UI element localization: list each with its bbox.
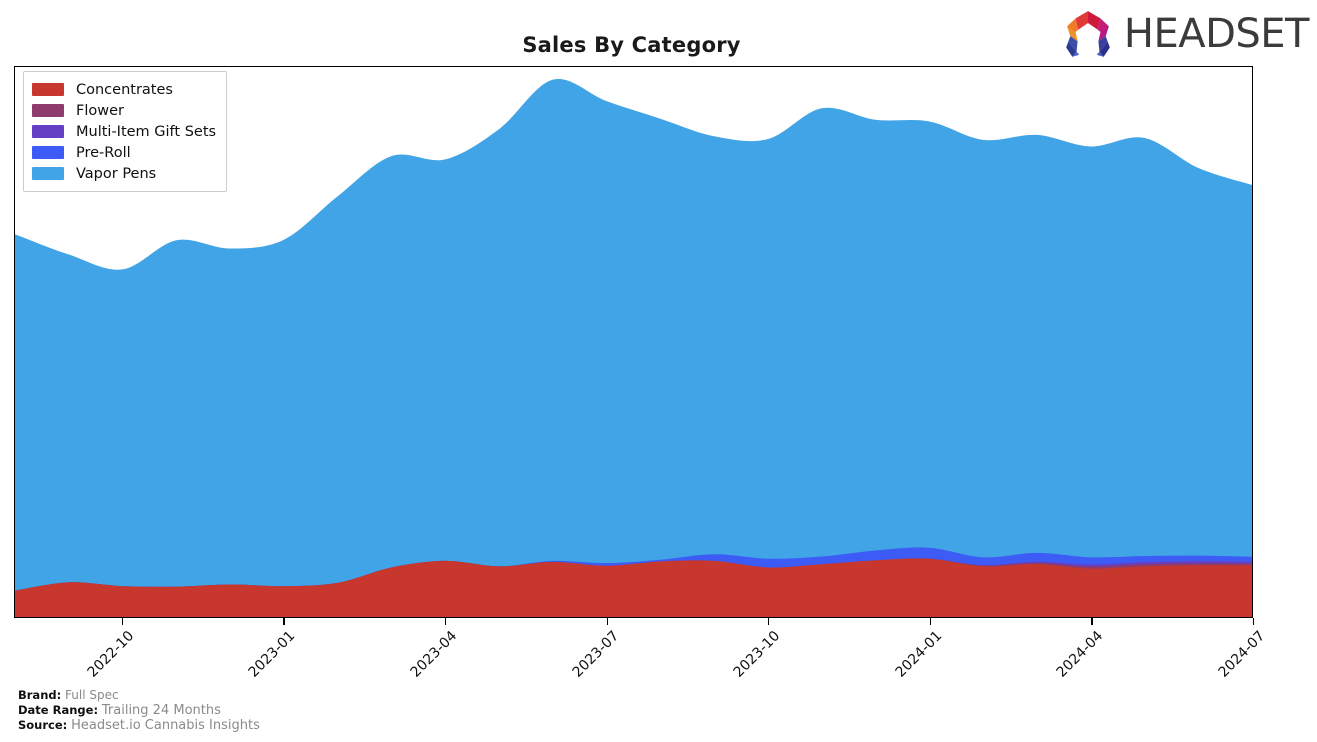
legend-item-label: Vapor Pens <box>76 165 157 182</box>
x-axis-tick-label: 2024-01 <box>892 628 946 681</box>
x-axis-tick-label: 2022-10 <box>84 628 138 681</box>
legend-item-label: Concentrates <box>76 81 173 98</box>
x-axis-tick-mark <box>1253 618 1255 625</box>
footer-date-range-value: Trailing 24 Months <box>101 702 221 718</box>
x-axis-tick-mark <box>929 618 932 625</box>
footer-date-range-label: Date Range: <box>18 702 99 717</box>
chart-footer: Brand: Full Spec Date Range: Trailing 24… <box>18 688 260 734</box>
headset-logo-mark <box>1066 11 1110 57</box>
headset-logo: HEADSET <box>1062 8 1310 60</box>
x-axis-tick-mark <box>768 618 770 625</box>
legend-swatch-icon <box>32 167 64 180</box>
x-axis: 2022-10 2023-01 2023-04 2023-07 2023-10 2024-… <box>14 618 1268 688</box>
legend-item-label: Multi-Item Gift Sets <box>76 123 217 140</box>
footer-source-row: Source: Headset.io Cannabis Insights <box>18 718 260 734</box>
legend-swatch-icon <box>32 146 64 159</box>
x-axis-tick-mark <box>121 618 124 625</box>
legend-item[interactable]: Vapor Pens <box>32 163 216 184</box>
footer-brand-row: Brand: Full Spec <box>18 688 260 703</box>
chart-plot-area: Concentrates Flower Multi-Item Gift Sets Pr… <box>14 66 1253 618</box>
legend-swatch-icon <box>32 83 64 96</box>
footer-source-label: Source: <box>18 718 68 732</box>
footer-date-range-row: Date Range: Trailing 24 Months <box>18 703 260 719</box>
headset-logo-wordmark: HEADSET <box>1123 11 1310 57</box>
legend-item-label: Pre-Roll <box>76 144 131 161</box>
x-axis-tick-label: 2024-07 <box>1215 628 1269 681</box>
x-axis-tick-label: 2023-04 <box>407 628 461 681</box>
legend-item[interactable]: Multi-Item Gift Sets <box>32 121 216 142</box>
legend-item[interactable]: Flower <box>32 100 216 121</box>
x-axis-tick-label: 2023-10 <box>730 628 784 681</box>
chart-page: Sales By Category HEADSET Concentrates F… <box>0 0 1317 742</box>
legend-item-label: Flower <box>76 102 124 119</box>
footer-brand-value: Full Spec <box>65 688 119 702</box>
legend-item[interactable]: Pre-Roll <box>32 142 216 163</box>
legend-swatch-icon <box>32 104 64 117</box>
x-axis-tick-label: 2024-04 <box>1054 628 1107 681</box>
x-axis-tick-mark <box>1091 618 1093 625</box>
x-axis-tick-label: 2023-07 <box>569 628 622 681</box>
x-axis-tick-mark <box>283 618 285 625</box>
footer-brand-label: Brand: <box>18 688 62 702</box>
legend-item[interactable]: Concentrates <box>32 79 216 100</box>
footer-source-value: Headset.io Cannabis Insights <box>71 718 260 733</box>
chart-legend: Concentrates Flower Multi-Item Gift Sets Pr… <box>23 71 228 192</box>
x-axis-tick-mark <box>444 618 447 625</box>
legend-swatch-icon <box>32 125 64 138</box>
x-axis-tick-label: 2023-01 <box>245 628 299 681</box>
x-axis-tick-mark <box>606 618 608 625</box>
